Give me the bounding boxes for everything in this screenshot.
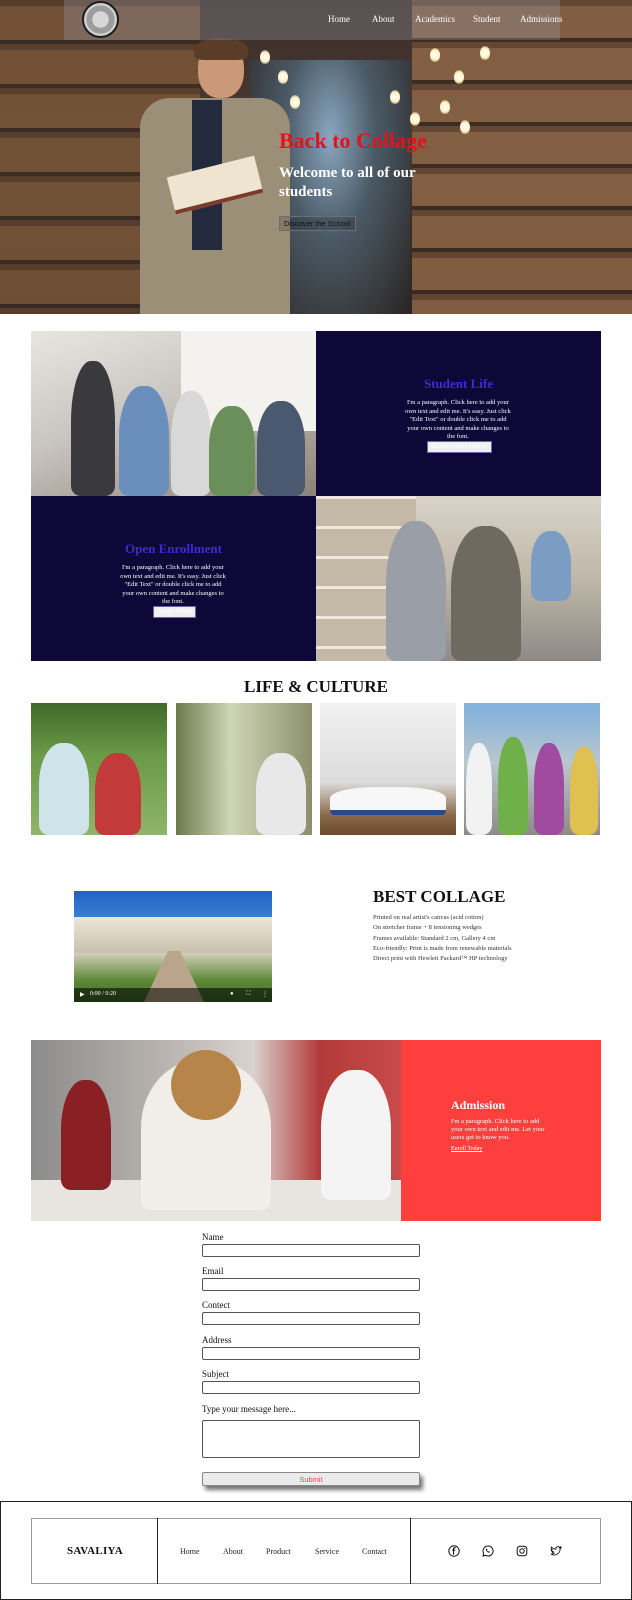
hero-subtitle: Welcome to all of our students xyxy=(279,165,416,200)
girl-studying-photo xyxy=(31,1040,401,1221)
email-label: Email xyxy=(202,1266,224,1276)
student-life-title: Student Life xyxy=(424,376,493,391)
footer-brand: SAVALIYA xyxy=(67,1545,124,1557)
page: Home About Academics Student Admissions … xyxy=(0,0,632,1600)
subject-label: Subject xyxy=(202,1369,229,1379)
culture-photo-book xyxy=(320,703,456,835)
discover-school-button[interactable]: Discover the School xyxy=(279,216,356,231)
student-life-panel: Student Life I'm a paragraph. Click here… xyxy=(316,331,601,496)
address-label: Address xyxy=(202,1335,232,1345)
best-feature-line: Printed on real artist's canvas (acid co… xyxy=(373,914,484,921)
footer-link-product[interactable]: Product xyxy=(266,1547,291,1556)
video-time: 0:00 / 0:20 xyxy=(90,991,117,997)
submit-button[interactable]: Submit xyxy=(202,1472,420,1486)
culture-photo-outdoor xyxy=(31,703,167,835)
culture-photo-library xyxy=(176,703,312,835)
best-feature-line: Frames available: Standard 2 cm, Gallery… xyxy=(373,935,496,942)
message-label: Type your message here... xyxy=(202,1404,296,1414)
hero-banner xyxy=(0,0,632,314)
admission-text: I'm a paragraph. Click here to add your … xyxy=(451,1118,545,1141)
message-field[interactable] xyxy=(202,1420,420,1458)
email-field[interactable] xyxy=(202,1278,420,1291)
school-logo[interactable] xyxy=(82,1,119,38)
hero-title: Back to Collage xyxy=(279,128,427,153)
volume-icon[interactable]: ● xyxy=(230,991,234,997)
nav-student[interactable]: Student xyxy=(473,14,501,24)
contact-field[interactable] xyxy=(202,1312,420,1325)
name-label: Name xyxy=(202,1232,224,1242)
footer-divider xyxy=(157,1518,158,1584)
open-enrollment-text: I'm a paragraph. Click here to add your … xyxy=(120,564,226,605)
open-enrollment-panel: Open Enrollment I'm a paragraph. Click h… xyxy=(31,496,316,661)
best-feature-line: On stretcher frame + 8 tensioning wedges xyxy=(373,924,482,931)
student-information-button[interactable]: Student Information xyxy=(427,441,492,453)
classroom-students-photo xyxy=(31,331,316,496)
enroll-today-link[interactable]: Enroll Today xyxy=(451,1146,482,1152)
fullscreen-icon[interactable]: ⛶ xyxy=(246,991,250,998)
play-icon[interactable]: ▶ xyxy=(80,991,85,998)
contact-label: Contect xyxy=(202,1300,230,1310)
whatsapp-icon[interactable] xyxy=(482,1545,494,1557)
subject-field[interactable] xyxy=(202,1381,420,1394)
twitter-icon[interactable] xyxy=(550,1545,562,1557)
open-enrollment-title: Open Enrollment xyxy=(125,541,222,556)
culture-photo-group xyxy=(464,703,600,835)
feature-grid: Student Life I'm a paragraph. Click here… xyxy=(31,331,601,661)
student-life-text: I'm a paragraph. Click here to add your … xyxy=(405,399,511,440)
student-reading-photo xyxy=(130,38,290,314)
life-culture-title: LIFE & CULTURE xyxy=(244,677,388,696)
apply-today-button[interactable]: Apply Today xyxy=(153,606,197,618)
instagram-icon[interactable] xyxy=(516,1545,528,1557)
footer-link-contact[interactable]: Contact xyxy=(362,1547,387,1556)
footer-link-service[interactable]: Service xyxy=(315,1547,339,1556)
admission-title: Admission xyxy=(451,1098,506,1112)
footer-divider xyxy=(410,1518,411,1584)
nav-admissions[interactable]: Admissions xyxy=(520,14,563,24)
best-feature-line: Direct print with Hewlett Packard™ HP te… xyxy=(373,955,508,962)
footer-link-about[interactable]: About xyxy=(223,1547,243,1556)
more-options-icon[interactable]: ⋮ xyxy=(262,991,268,998)
nav-home[interactable]: Home xyxy=(328,14,350,24)
address-field[interactable] xyxy=(202,1347,420,1360)
nav-about[interactable]: About xyxy=(372,14,395,24)
name-field[interactable] xyxy=(202,1244,420,1257)
footer-link-home[interactable]: Home xyxy=(180,1547,200,1556)
facebook-icon[interactable] xyxy=(448,1545,460,1557)
campus-video-player[interactable]: ▶ 0:00 / 0:20 ● ⛶ ⋮ xyxy=(74,891,272,1002)
nav-academics[interactable]: Academics xyxy=(415,14,455,24)
video-controls: ▶ 0:00 / 0:20 ● ⛶ ⋮ xyxy=(74,988,272,1002)
best-collage-title: BEST COLLAGE xyxy=(373,887,506,906)
best-feature-line: Eco-friendly: Print is made from renewab… xyxy=(373,945,512,952)
students-studying-photo xyxy=(316,496,601,661)
